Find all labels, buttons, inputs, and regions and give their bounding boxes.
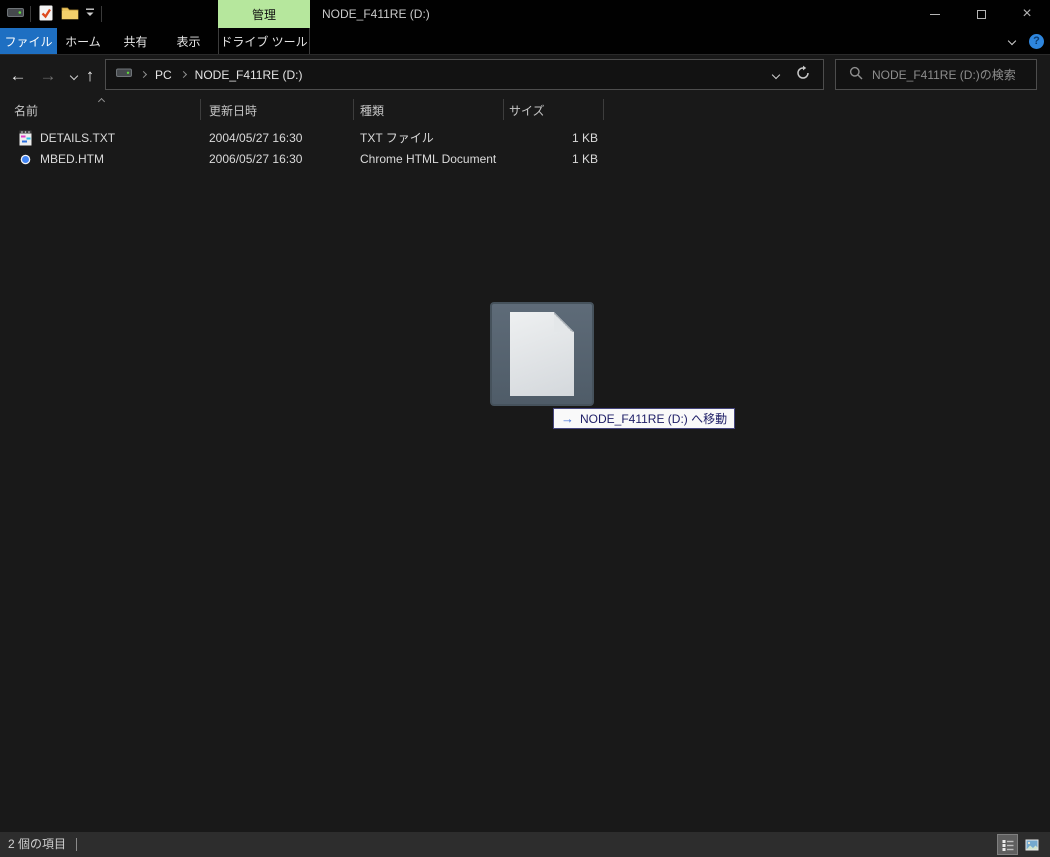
tab-share-label: 共有 (123, 33, 147, 50)
file-date-modified: 2006/05/27 16:30 (209, 149, 302, 170)
column-resize-handle (353, 99, 354, 120)
file-size: 1 KB (503, 149, 598, 170)
tab-share[interactable]: 共有 (109, 28, 162, 54)
tab-file[interactable]: ファイル (0, 28, 57, 54)
file-name: DETAILS.TXT (40, 128, 115, 149)
file-date-modified: 2004/05/27 16:30 (209, 128, 302, 149)
maximize-icon (977, 10, 986, 19)
text-file-icon (18, 130, 34, 146)
qat-separator (101, 6, 102, 22)
items-count: 2 個の項目 (8, 832, 66, 857)
manage-tab-label: 管理 (252, 6, 276, 23)
close-button[interactable]: × (1004, 0, 1050, 28)
window-title: NODE_F411RE (D:) (322, 0, 430, 28)
drag-ghost-thumbnail (490, 302, 594, 406)
breadcrumb-chevron-icon[interactable] (140, 71, 147, 78)
large-icons-view-button[interactable] (1022, 835, 1041, 854)
column-headers: 名前 更新日時 種類 サイズ (0, 96, 1050, 123)
tab-view[interactable]: 表示 (162, 28, 215, 54)
drag-drop-tooltip-text: NODE_F411RE (D:) へ移動 (580, 410, 727, 427)
status-separator (76, 838, 77, 851)
address-bar[interactable]: PC NODE_F411RE (D:) (105, 59, 824, 90)
address-history-chevron-icon[interactable] (772, 70, 780, 78)
breadcrumb-pc[interactable]: PC (155, 68, 172, 82)
forward-button[interactable]: → (36, 55, 60, 96)
search-input[interactable] (872, 68, 1022, 82)
ribbon-expand-chevron-icon[interactable] (1008, 37, 1016, 45)
manage-context-tab[interactable]: 管理 (218, 0, 310, 28)
details-view-button[interactable] (998, 835, 1017, 854)
refresh-icon[interactable] (795, 65, 811, 84)
qat-separator (30, 6, 31, 22)
tab-drive-tools-label: ドライブ ツール (220, 33, 307, 50)
maximize-button[interactable] (958, 0, 1004, 28)
new-folder-icon[interactable] (61, 5, 79, 23)
qat-customize-chevron-icon[interactable] (85, 7, 95, 21)
drive-window-icon (7, 6, 24, 22)
up-button[interactable]: ↑ (78, 55, 102, 96)
column-resize-handle (603, 99, 604, 120)
close-icon: × (1022, 6, 1031, 22)
minimize-icon (930, 14, 940, 15)
file-name: MBED.HTM (40, 149, 104, 170)
search-box[interactable] (835, 59, 1037, 90)
tab-view-label: 表示 (176, 33, 200, 50)
tab-home[interactable]: ホーム (57, 28, 109, 54)
navigation-bar: ← → ↑ PC NODE_F411RE (D:) (0, 55, 1050, 96)
back-button[interactable]: ← (6, 55, 30, 96)
breadcrumb-chevron-icon[interactable] (180, 71, 187, 78)
status-bar: 2 個の項目 (0, 832, 1050, 857)
column-resize-handle (503, 99, 504, 120)
file-type: Chrome HTML Document (360, 149, 496, 170)
column-header-name[interactable]: 名前 (14, 101, 38, 121)
file-row-mbed-htm[interactable]: MBED.HTM 2006/05/27 16:30 Chrome HTML Do… (0, 149, 640, 170)
properties-icon[interactable] (37, 4, 55, 25)
minimize-button[interactable] (912, 0, 958, 28)
column-header-size[interactable]: サイズ (509, 101, 545, 121)
column-resize-handle (200, 99, 201, 120)
tab-home-label: ホーム (65, 33, 101, 50)
tab-file-label: ファイル (4, 33, 52, 50)
breadcrumb-current-drive[interactable]: NODE_F411RE (D:) (195, 68, 303, 82)
details-view-icon (1002, 839, 1014, 851)
file-type: TXT ファイル (360, 128, 434, 149)
search-icon (849, 66, 863, 83)
move-arrow-icon: → (561, 411, 574, 426)
drive-breadcrumb-icon (116, 67, 132, 82)
file-size: 1 KB (503, 128, 598, 149)
column-header-date[interactable]: 更新日時 (209, 101, 257, 121)
sort-ascending-icon (99, 93, 104, 107)
file-row-details-txt[interactable]: DETAILS.TXT 2004/05/27 16:30 TXT ファイル 1 … (0, 128, 640, 149)
thumbnail-view-icon (1025, 839, 1039, 851)
tab-drive-tools[interactable]: ドライブ ツール (218, 28, 310, 54)
chrome-icon (18, 152, 34, 168)
drag-drop-tooltip: → NODE_F411RE (D:) へ移動 (553, 408, 735, 429)
help-icon[interactable]: ? (1029, 34, 1044, 49)
document-fold-corner (554, 312, 574, 332)
quick-access-toolbar (0, 0, 102, 28)
ribbon-tab-row: ファイル ホーム 共有 表示 ドライブ ツール ? (0, 28, 1050, 55)
titlebar: 管理 NODE_F411RE (D:) × (0, 0, 1050, 28)
column-header-type[interactable]: 種類 (360, 101, 384, 121)
window-controls: × (912, 0, 1050, 28)
